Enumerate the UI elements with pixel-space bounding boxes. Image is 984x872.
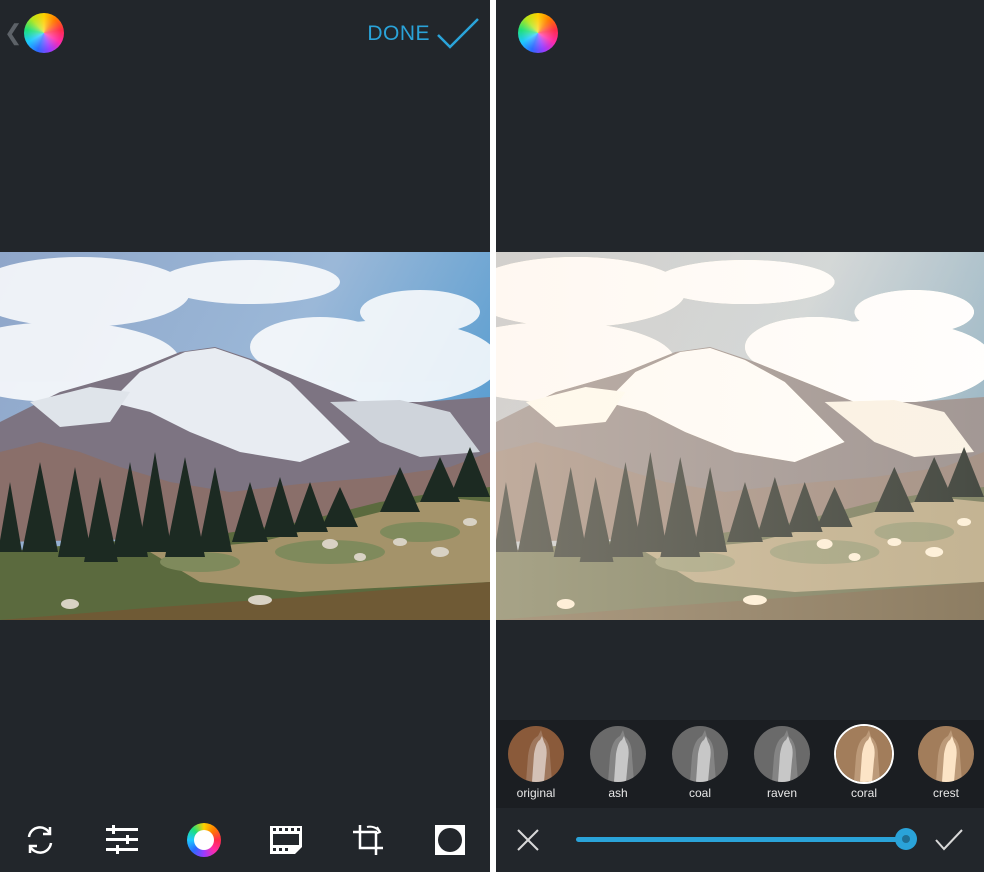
intensity-slider-track[interactable] <box>576 837 906 842</box>
rotate-tool[interactable] <box>22 822 58 858</box>
film-icon <box>270 826 302 854</box>
vignette-icon <box>435 825 465 855</box>
filters-tool[interactable] <box>186 822 222 858</box>
film-tool[interactable] <box>268 822 304 858</box>
filter-thumbnail <box>508 726 564 782</box>
filter-option-coal[interactable]: coal <box>670 726 730 800</box>
crop-icon <box>353 825 383 855</box>
filter-label: raven <box>766 786 798 800</box>
crop-tool[interactable] <box>350 822 386 858</box>
filters-color-wheel-icon <box>187 823 221 857</box>
filter-option-original[interactable]: original <box>506 726 566 800</box>
filter-panel: original ash coal raven coral crest <box>496 0 984 872</box>
filter-option-crest[interactable]: crest <box>916 726 976 800</box>
filter-thumbnail <box>590 726 646 782</box>
filter-option-raven[interactable]: raven <box>752 726 812 800</box>
filter-label: original <box>516 786 556 800</box>
photo-preview-filtered <box>496 252 984 620</box>
rotate-icon <box>27 826 53 854</box>
filter-controls <box>496 808 984 872</box>
adjustments-icon <box>106 825 138 854</box>
filter-label: crest <box>932 786 959 800</box>
intensity-slider-handle[interactable] <box>895 828 917 850</box>
photo-preview-original <box>0 252 490 620</box>
filter-thumbnail <box>672 726 728 782</box>
filter-thumbnail <box>836 726 892 782</box>
close-icon[interactable] <box>516 828 540 852</box>
done-button[interactable]: DONE <box>367 14 480 54</box>
checkmark-icon <box>437 18 479 49</box>
filter-label: ash <box>608 786 628 800</box>
checkmark-icon[interactable] <box>934 828 964 852</box>
color-wheel-logo-icon <box>518 13 558 53</box>
filter-thumbnail <box>918 726 974 782</box>
editor-panel: ❮ DONE <box>0 0 490 872</box>
filter-thumbnail <box>754 726 810 782</box>
filter-strip: original ash coal raven coral crest <box>496 720 984 808</box>
adjustments-tool[interactable] <box>104 822 140 858</box>
filter-label: coal <box>688 786 711 800</box>
filter-option-coral[interactable]: coral <box>834 726 894 800</box>
color-wheel-logo-icon <box>24 13 64 53</box>
done-button-label: DONE <box>367 22 430 45</box>
filter-label: coral <box>850 786 877 800</box>
tool-bar <box>0 808 490 872</box>
filter-option-ash[interactable]: ash <box>588 726 648 800</box>
vignette-tool[interactable] <box>432 822 468 858</box>
back-chevron-icon[interactable]: ❮ <box>4 20 22 46</box>
